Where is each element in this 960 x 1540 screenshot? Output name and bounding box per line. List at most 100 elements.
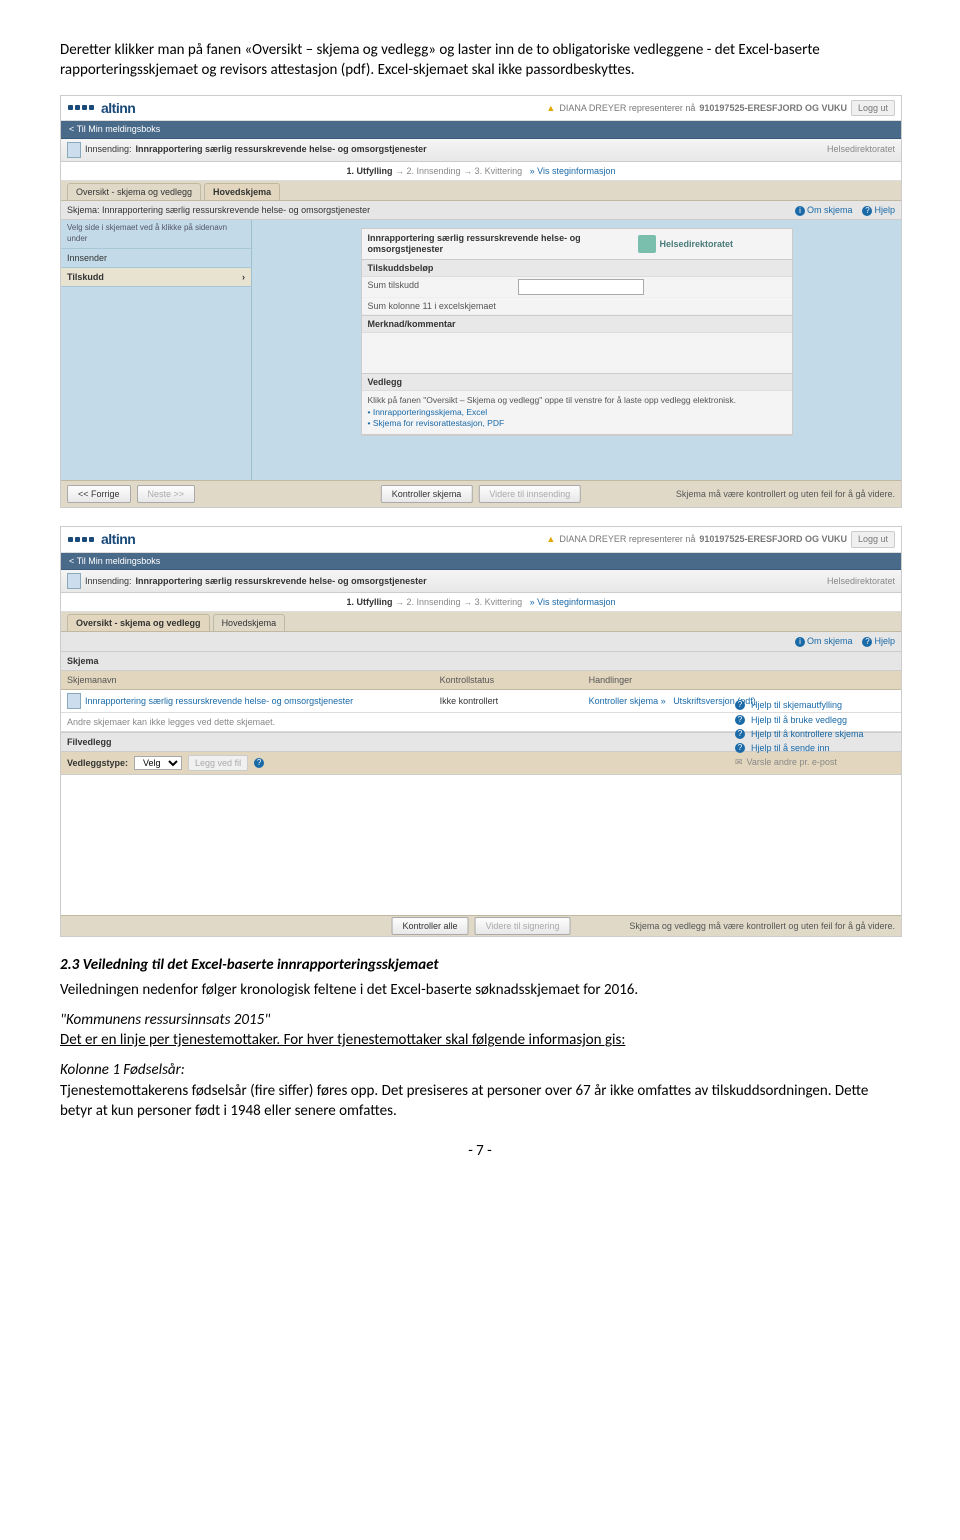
kontroller-skjema-button[interactable]: Kontroller skjema (381, 485, 473, 503)
kommune-line: Det er en linje per tjenestemottaker. Fo… (60, 1030, 900, 1050)
hjelp-link[interactable]: ?Hjelp (862, 635, 895, 647)
forrige-button[interactable]: << Forrige (67, 485, 131, 503)
innsending-label: Innsending: (85, 575, 132, 587)
row-sum-tilskudd-label: Sum tilskudd (368, 279, 518, 295)
videre-button: Videre til innsending (478, 485, 581, 503)
info-icon: i (795, 637, 805, 647)
table-row-name[interactable]: Innrapportering særlig ressurskrevende h… (67, 693, 440, 709)
step-bar: 1. Utfylling → 2. Innsending → 3. Kvitte… (61, 593, 901, 612)
hd-label: Helsedirektoratet (535, 572, 901, 590)
step-1: 1. Utfylling (346, 166, 392, 176)
document-icon (67, 693, 81, 709)
sidebar-hint: Velg side i skjemaet ved å klikke på sid… (61, 220, 251, 249)
schema-section-header: Skjema (61, 652, 901, 671)
tab-hovedskjema[interactable]: Hovedskjema (204, 183, 280, 200)
step-3: 3. Kvittering (475, 597, 523, 607)
user-org: 910197525-ERESFJORD OG VUKU (699, 102, 847, 114)
hjelp-link[interactable]: ?Hjelp (862, 204, 895, 216)
hd-logo-icon (638, 235, 656, 253)
info-icon: i (795, 206, 805, 216)
tab-hovedskjema[interactable]: Hovedskjema (213, 614, 286, 631)
help-icon: ? (735, 743, 745, 753)
back-link[interactable]: < Til Min meldingsboks (61, 121, 901, 138)
sidebar-item-innsender[interactable]: Innsender (61, 249, 251, 268)
user-prefix: DIANA DREYER representerer nå (559, 102, 695, 114)
help-icon: ? (735, 700, 745, 710)
section-intro: Veiledningen nedenfor følger kronologisk… (60, 980, 900, 1000)
mail-icon: ✉ (735, 756, 743, 768)
form-panel: Innrapportering særlig ressurskrevende h… (361, 228, 793, 436)
hd-label: Helsedirektoratet (535, 140, 901, 158)
back-link[interactable]: < Til Min meldingsboks (61, 553, 901, 570)
vedleggstype-select[interactable]: Velg (134, 756, 182, 770)
section-heading: 2.3 Veiledning til det Excel-baserte inn… (60, 955, 900, 975)
step-3: 3. Kvittering (475, 166, 523, 176)
chevron-right-icon: › (242, 271, 245, 283)
altinn-logo-icon (67, 104, 95, 111)
sidebar: Velg side i skjemaet ved å klikke på sid… (61, 220, 252, 480)
step-info-link[interactable]: » Vis steginformasjon (530, 166, 616, 176)
vedlegg-bullet-1: • Innrapporteringsskjema, Excel (368, 407, 786, 418)
user-org: 910197525-ERESFJORD OG VUKU (699, 533, 847, 545)
altinn-screenshot-1: altinn ▲ DIANA DREYER representerer nå 9… (60, 95, 902, 509)
step-1: 1. Utfylling (346, 597, 392, 607)
sidebar-item-tilskudd[interactable]: Tilskudd› (61, 268, 251, 287)
altinn-screenshot-2: altinn ▲ DIANA DREYER representerer nå 9… (60, 526, 902, 937)
step-2: 2. Innsending (407, 597, 461, 607)
altinn-logo-text: altinn (101, 530, 135, 549)
kommune-heading: "Kommunens ressursinnsats 2015" (60, 1010, 900, 1030)
legg-ved-fil-button: Legg ved fil (188, 755, 248, 771)
step-info-link[interactable]: » Vis steginformasjon (530, 597, 616, 607)
bottom-message: Skjema og vedlegg må være kontrollert og… (629, 920, 895, 932)
help-link[interactable]: ?Hjelp til skjemautfylling (735, 698, 895, 712)
help-icon[interactable]: ? (254, 758, 264, 768)
om-skjema-link[interactable]: iOm skjema (795, 635, 853, 647)
tab-oversikt[interactable]: Oversikt - skjema og vedlegg (67, 183, 201, 200)
user-prefix: DIANA DREYER representerer nå (559, 533, 695, 545)
form-title: Innrapportering særlig ressurskrevende h… (362, 229, 634, 259)
skjema-line: Skjema: Innrapportering særlig ressurskr… (67, 204, 370, 216)
help-icon: ? (735, 729, 745, 739)
altinn-logo-text: altinn (101, 99, 135, 118)
vedlegg-note: Klikk på fanen "Oversikt – Skjema og ved… (368, 395, 786, 406)
logout-button[interactable]: Logg ut (851, 531, 895, 547)
col-kontrollstatus: Kontrollstatus (440, 674, 589, 686)
document-icon (67, 142, 81, 158)
helsedirektoratet-logo: Helsedirektoratet (634, 229, 792, 259)
help-link[interactable]: ?Hjelp til å kontrollere skjema (735, 727, 895, 741)
help-icon: ? (862, 637, 872, 647)
section-tilskudd: Tilskuddsbeløp (362, 260, 792, 277)
table-row-status: Ikke kontrollert (440, 695, 589, 707)
help-icon: ? (735, 715, 745, 725)
kontroller-alle-button[interactable]: Kontroller alle (392, 917, 469, 935)
kontroller-skjema-link[interactable]: Kontroller skjema » (589, 696, 666, 706)
innsending-label: Innsending: (85, 143, 132, 155)
col-skjemanavn: Skjemanavn (67, 674, 440, 686)
section-merknad: Merknad/kommentar (362, 316, 792, 333)
bottom-message: Skjema må være kontrollert og uten feil … (676, 488, 895, 500)
intro-paragraph: Deretter klikker man på fanen «Oversikt … (60, 40, 900, 81)
row-sum-kol-label: Sum kolonne 11 i excelskjemaet (368, 300, 518, 312)
page-number: - 7 - (60, 1141, 900, 1161)
kolonne-text: Tjenestemottakerens fødselsår (fire siff… (60, 1081, 900, 1122)
innsending-title: Innrapportering særlig ressurskrevende h… (136, 143, 427, 155)
logout-button[interactable]: Logg ut (851, 100, 895, 116)
vedlegg-bullet-2: • Skjema for revisorattestasjon, PDF (368, 418, 786, 429)
help-sidebar: ?Hjelp til skjemautfylling ?Hjelp til å … (735, 698, 895, 769)
varsle-link[interactable]: ✉Varsle andre pr. e-post (735, 755, 895, 769)
tab-oversikt[interactable]: Oversikt - skjema og vedlegg (67, 614, 210, 631)
help-icon: ? (862, 206, 872, 216)
user-badge-icon: ▲ (546, 533, 555, 545)
help-link[interactable]: ?Hjelp til å sende inn (735, 741, 895, 755)
kolonne-heading: Kolonne 1 Fødselsår: (60, 1060, 900, 1080)
innsending-title: Innrapportering særlig ressurskrevende h… (136, 575, 427, 587)
document-icon (67, 573, 81, 589)
sum-tilskudd-input[interactable] (518, 279, 644, 295)
step-bar: 1. Utfylling → 2. Innsending → 3. Kvitte… (61, 162, 901, 181)
om-skjema-link[interactable]: iOm skjema (795, 204, 853, 216)
altinn-logo-icon (67, 536, 95, 543)
help-link[interactable]: ?Hjelp til å bruke vedlegg (735, 713, 895, 727)
user-badge-icon: ▲ (546, 102, 555, 114)
vedleggstype-label: Vedleggstype: (67, 757, 128, 769)
step-2: 2. Innsending (407, 166, 461, 176)
